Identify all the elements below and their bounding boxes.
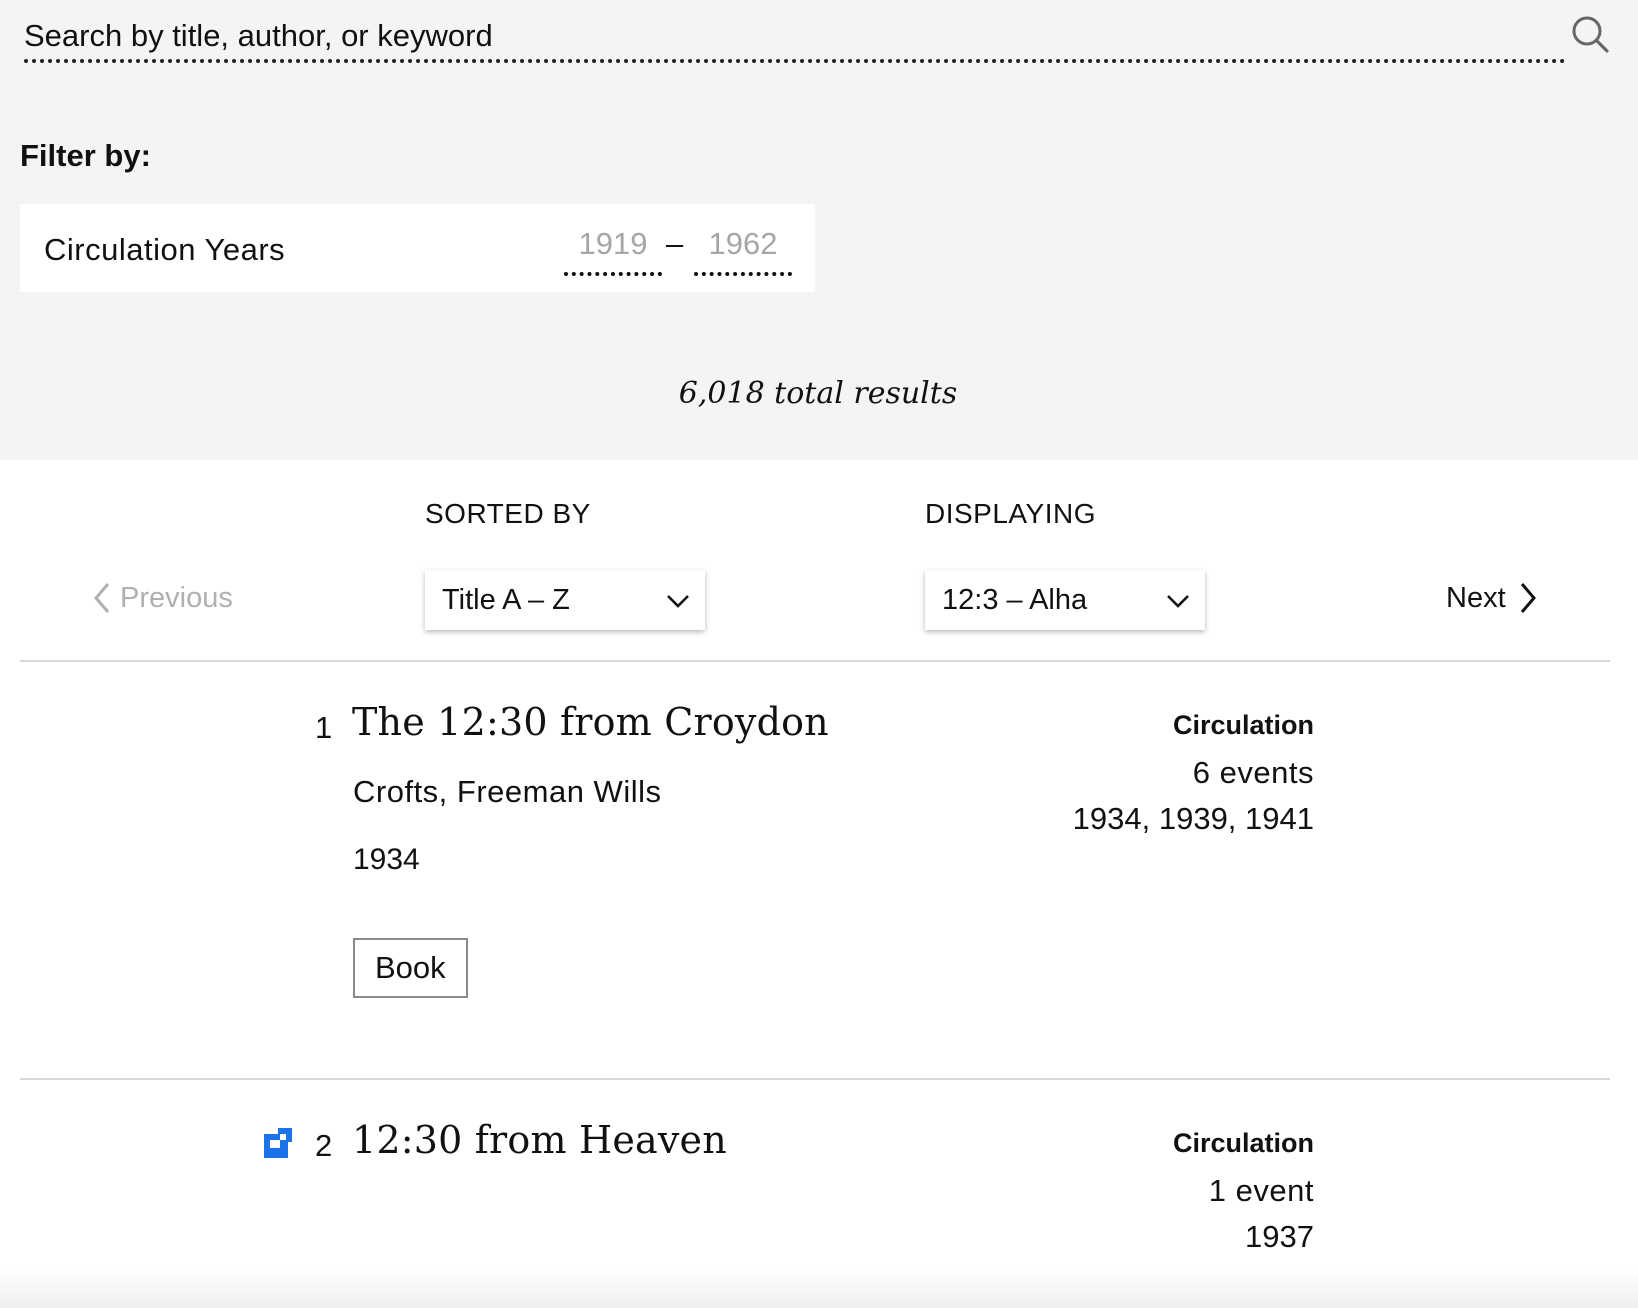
search-filter-panel: Filter by: Circulation Years 1919 – 1962… <box>0 0 1638 460</box>
previous-page-button[interactable]: Previous <box>90 578 233 618</box>
scroll-fade <box>0 1268 1638 1308</box>
display-label: DISPLAYING <box>925 498 1096 529</box>
circulation-years-label: Circulation Years <box>44 232 286 267</box>
start-year-placeholder: 1919 <box>578 226 648 261</box>
result-year: 1934 <box>353 843 420 876</box>
next-page-button[interactable]: Next <box>1446 578 1540 618</box>
search-input[interactable] <box>24 10 1566 62</box>
year-range-separator: – <box>666 226 684 261</box>
chevron-down-icon <box>667 595 689 608</box>
end-year-input[interactable]: 1962 <box>694 226 792 276</box>
divider <box>20 660 1610 662</box>
circulation-years-filter: Circulation Years 1919 – 1962 <box>20 204 815 292</box>
next-label: Next <box>1446 581 1506 614</box>
start-year-input[interactable]: 1919 <box>564 226 662 276</box>
circulation-summary: Circulation 1 event 1937 <box>1173 1128 1314 1255</box>
total-results-text: 6,018 total results <box>678 376 958 411</box>
circulation-events: 1 event <box>1208 1173 1314 1208</box>
result-author[interactable]: Crofts, Freeman Wills <box>353 774 661 810</box>
circulation-years: 1934, 1939, 1941 <box>1072 801 1314 836</box>
total-results-count: 6,018 total results <box>0 376 1638 411</box>
result-title[interactable]: 12:30 from Heaven <box>352 1118 727 1162</box>
chevron-down-icon <box>1167 595 1189 608</box>
result-number: 2 <box>315 1128 333 1163</box>
format-badge: Book <box>353 938 468 998</box>
previous-label: Previous <box>120 581 233 614</box>
sort-label: SORTED BY <box>425 498 591 529</box>
start-year-underline <box>564 272 662 276</box>
result-title[interactable]: The 12:30 from Croydon <box>352 700 829 744</box>
sort-select[interactable]: Title A – Z <box>425 570 705 630</box>
chevron-right-icon <box>1520 583 1536 613</box>
circulation-heading: Circulation <box>1172 1128 1314 1158</box>
circulation-heading: Circulation <box>1172 710 1314 740</box>
display-select[interactable]: 12:3 – Alha <box>925 570 1205 630</box>
display-value: 12:3 – Alha <box>942 584 1088 616</box>
end-year-placeholder: 1962 <box>708 226 778 261</box>
circulation-events: 6 events <box>1192 755 1314 790</box>
chevron-left-icon <box>94 583 110 613</box>
circulation-summary: Circulation 6 events 1934, 1939, 1941 <box>1073 710 1314 837</box>
search-icon[interactable] <box>1570 14 1610 54</box>
filter-heading: Filter by: <box>20 138 151 173</box>
search-bar <box>24 10 1566 63</box>
result-number: 1 <box>315 710 333 745</box>
end-year-underline <box>694 272 792 276</box>
circulation-years: 1937 <box>1245 1219 1314 1254</box>
sort-value: Title A – Z <box>442 584 570 616</box>
divider <box>20 1078 1610 1080</box>
puzzle-piece-icon <box>264 1128 292 1158</box>
search-underline <box>24 59 1566 63</box>
